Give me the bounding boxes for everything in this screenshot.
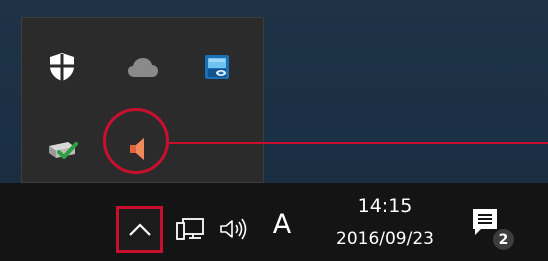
speaker-volume-icon[interactable] (214, 207, 254, 251)
onedrive-cloud-icon[interactable] (122, 46, 164, 88)
notification-count-badge: 2 (491, 227, 516, 252)
printer-check-icon[interactable] (41, 128, 83, 170)
taskbar: A 14:15 2016/09/23 2 (0, 183, 548, 261)
ime-mode-indicator[interactable]: A (267, 199, 297, 249)
network-drive-app-icon[interactable] (196, 46, 238, 88)
network-monitor-icon[interactable] (172, 207, 208, 251)
chevron-up-icon (128, 222, 152, 237)
highlight-circle (103, 108, 169, 174)
clock-date: 2016/09/23 (336, 229, 434, 249)
callout-line (169, 142, 548, 144)
clock[interactable]: 14:15 2016/09/23 (315, 191, 455, 248)
clock-time: 14:15 (357, 195, 413, 217)
show-hidden-icons-button[interactable] (116, 206, 163, 253)
windows-defender-shield-icon[interactable] (41, 46, 83, 88)
